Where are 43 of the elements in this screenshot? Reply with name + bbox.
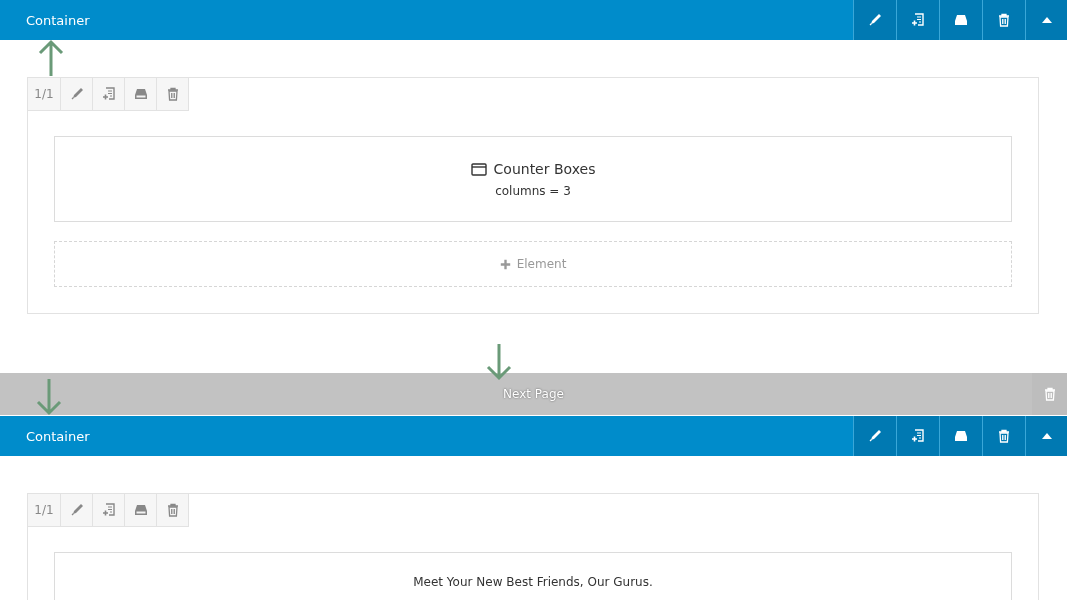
edit-button[interactable] [853, 416, 896, 456]
delete-button[interactable] [982, 416, 1025, 456]
arrow-down-icon [486, 343, 512, 381]
document-plus-icon [101, 87, 116, 101]
save-button[interactable] [939, 0, 982, 40]
container-title: Container [25, 12, 90, 28]
page-break-label: Next Page [503, 387, 564, 401]
column-width: 1/1 [28, 494, 61, 527]
document-plus-icon [101, 503, 116, 517]
plus-icon [499, 258, 511, 270]
drive-icon [133, 87, 148, 101]
delete-button[interactable] [982, 0, 1025, 40]
element-detail: columns = 3 [495, 183, 571, 198]
trash-icon [1042, 387, 1057, 401]
clone-button[interactable] [896, 0, 939, 40]
pencil-icon [69, 503, 84, 517]
window-icon [470, 160, 487, 177]
element-card[interactable]: Counter Boxes columns = 3 [54, 136, 1012, 222]
collapse-button[interactable] [1025, 416, 1067, 456]
document-plus-icon [911, 429, 925, 443]
edit-button[interactable] [853, 0, 896, 40]
pencil-icon [69, 87, 84, 101]
column-width: 1/1 [28, 78, 61, 111]
trash-icon [997, 429, 1011, 443]
element-card[interactable]: Meet Your New Best Friends, Our Gurus. [54, 552, 1012, 600]
element-text: Meet Your New Best Friends, Our Gurus. [413, 575, 653, 589]
arrow-down-icon [36, 378, 62, 416]
drive-icon [133, 503, 148, 517]
trash-icon [165, 503, 180, 517]
trash-icon [997, 13, 1011, 27]
pencil-icon [868, 429, 882, 443]
container-title: Container [25, 428, 90, 444]
clone-button[interactable] [896, 416, 939, 456]
element-title: Counter Boxes [493, 160, 596, 177]
delete-button[interactable] [1032, 373, 1067, 415]
drive-icon [954, 13, 968, 27]
save-button[interactable] [939, 416, 982, 456]
drive-icon [954, 429, 968, 443]
document-plus-icon [911, 13, 925, 27]
arrow-up-icon [38, 39, 64, 77]
trash-icon [165, 87, 180, 101]
collapse-button[interactable] [1025, 0, 1067, 40]
pencil-icon [868, 13, 882, 27]
